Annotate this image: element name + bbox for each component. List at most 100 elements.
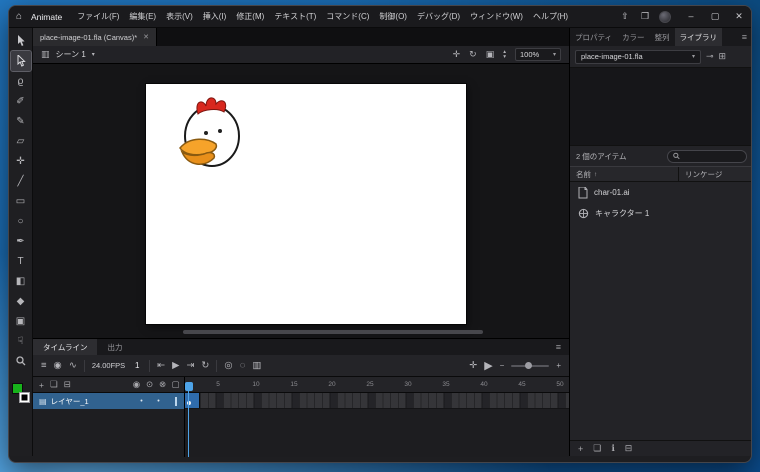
delete-item-icon[interactable]: ⊟: [625, 443, 633, 454]
frames-area[interactable]: 5 10 15 20 25 30 35 40 45 50: [185, 377, 569, 457]
menu-debug[interactable]: デバッグ(D): [412, 6, 465, 27]
library-panel-menu-icon[interactable]: ≡: [736, 28, 751, 46]
rectangle-tool[interactable]: ▭: [11, 191, 31, 211]
layer-row[interactable]: ▤ レイヤー_1 • •: [33, 393, 184, 409]
onion-outline-icon[interactable]: ◌: [240, 360, 246, 371]
onion-skin-icon[interactable]: ◎: [224, 360, 232, 371]
column-name[interactable]: 名前: [576, 169, 591, 180]
step-forward-icon[interactable]: ⇥: [186, 360, 194, 371]
library-search[interactable]: [667, 149, 747, 163]
item-properties-icon[interactable]: ℹ: [611, 443, 614, 454]
menu-control[interactable]: 制御(O): [374, 6, 412, 27]
eyedropper-tool[interactable]: ◆: [11, 291, 31, 311]
menu-view[interactable]: 表示(V): [161, 6, 198, 27]
center-stage-icon[interactable]: ✛: [453, 49, 461, 60]
camera-tool[interactable]: ▣: [11, 311, 31, 331]
loop-icon[interactable]: ↻: [201, 360, 209, 371]
text-tool[interactable]: T: [11, 251, 31, 271]
stage[interactable]: [146, 84, 466, 324]
clip-content-icon[interactable]: ▣: [486, 49, 495, 60]
menu-commands[interactable]: コマンド(C): [321, 6, 374, 27]
pen-tool[interactable]: ✒: [11, 231, 31, 251]
menu-file[interactable]: ファイル(F): [72, 6, 124, 27]
library-document-select[interactable]: place-image-01.fla ▾: [575, 49, 701, 64]
timeline-play-button[interactable]: ▶: [484, 359, 492, 372]
zoom-stepper[interactable]: ▴ ▾: [503, 50, 506, 59]
pin-library-icon[interactable]: ⊸: [706, 51, 714, 62]
new-folder-icon[interactable]: ❏: [50, 379, 58, 390]
fluid-brush-tool[interactable]: ✐: [11, 91, 31, 111]
oval-tool[interactable]: ○: [11, 211, 31, 231]
rotate-stage-icon[interactable]: ↻: [469, 49, 477, 60]
camera-column-icon[interactable]: ◉: [130, 379, 143, 390]
edit-multiple-frames-icon[interactable]: ▥: [252, 360, 261, 371]
share-icon[interactable]: ⇧: [615, 11, 635, 22]
lock-column-icon[interactable]: ⊗: [156, 379, 169, 390]
selection-tool[interactable]: [11, 31, 31, 51]
menu-edit[interactable]: 編集(E): [124, 6, 161, 27]
pasteboard[interactable]: [33, 64, 569, 338]
tab-properties[interactable]: プロパティ: [570, 28, 617, 46]
visibility-column-icon[interactable]: ⊙: [143, 379, 156, 390]
home-icon[interactable]: ⌂: [9, 11, 29, 22]
play-icon[interactable]: ▶: [172, 360, 179, 371]
menu-modify[interactable]: 修正(M): [231, 6, 269, 27]
layer-frames-row[interactable]: [185, 393, 569, 409]
chicken-artwork[interactable]: [146, 84, 466, 324]
frame-ruler[interactable]: 5 10 15 20 25 30 35 40 45 50: [185, 377, 569, 393]
lasso-tool[interactable]: ϱ: [11, 71, 31, 91]
library-new-folder-icon[interactable]: ❏: [593, 443, 601, 454]
scene-name[interactable]: シーン 1: [56, 49, 86, 60]
current-frame[interactable]: 1: [132, 361, 142, 370]
column-linkage[interactable]: リンケージ: [685, 169, 747, 180]
tab-close-icon[interactable]: ✕: [143, 33, 149, 41]
layer-outline-toggle[interactable]: [169, 396, 182, 406]
stepper-down-icon[interactable]: ▾: [503, 54, 506, 60]
paint-bucket-tool[interactable]: ◧: [11, 271, 31, 291]
timeline-zoom-slider[interactable]: [511, 361, 550, 369]
eraser-tool[interactable]: ▱: [11, 131, 31, 151]
add-layer-icon[interactable]: +: [39, 380, 44, 390]
layer-name[interactable]: レイヤー_1: [51, 396, 114, 407]
scene-chevron-icon[interactable]: ▾: [92, 51, 95, 58]
library-search-input[interactable]: [683, 152, 741, 160]
tab-color[interactable]: カラー: [617, 28, 650, 46]
zoom-tool[interactable]: [11, 351, 31, 371]
asset-warp-tool[interactable]: ✛: [11, 151, 31, 171]
maximize-button[interactable]: ▢: [703, 6, 727, 27]
menu-window[interactable]: ウィンドウ(W): [465, 6, 528, 27]
timeline-zoom-out-icon[interactable]: −: [500, 361, 505, 370]
stroke-color-swatch[interactable]: [18, 392, 30, 403]
delete-layer-icon[interactable]: ⊟: [64, 379, 71, 390]
canvas-horizontal-scrollbar[interactable]: [183, 330, 483, 334]
fps-value[interactable]: 24.00FPS: [92, 361, 125, 370]
new-symbol-icon[interactable]: +: [578, 444, 583, 454]
tab-timeline[interactable]: タイムライン: [33, 339, 98, 355]
timeline-camera-icon[interactable]: ◉: [54, 360, 62, 371]
minimize-button[interactable]: –: [679, 6, 703, 27]
tab-align[interactable]: 整列: [650, 28, 675, 46]
layer-visibility-toggle[interactable]: •: [135, 398, 148, 405]
subselection-tool[interactable]: [9, 50, 32, 72]
tab-output[interactable]: 出力: [97, 339, 132, 355]
workspace-icon[interactable]: ❒: [635, 11, 655, 22]
menu-help[interactable]: ヘルプ(H): [528, 6, 573, 27]
timeline-panel-menu-icon[interactable]: ≡: [548, 339, 569, 355]
close-button[interactable]: ✕: [727, 6, 751, 27]
timeline-zoom-in-icon[interactable]: +: [556, 361, 561, 370]
hand-tool[interactable]: ☟: [11, 331, 31, 351]
zoom-select[interactable]: 100% ▾: [515, 48, 561, 61]
frame-graph-icon[interactable]: ∿: [69, 360, 77, 371]
library-item-character1[interactable]: キャラクター 1: [570, 203, 751, 224]
library-item-char01[interactable]: char-01.ai: [570, 182, 751, 203]
menu-insert[interactable]: 挿入(I): [198, 6, 232, 27]
step-back-icon[interactable]: ⇤: [157, 360, 165, 371]
layer-hierarchy-icon[interactable]: ≡: [41, 360, 47, 371]
outline-column-icon[interactable]: ▢: [169, 379, 182, 390]
playhead-marker[interactable]: [185, 382, 193, 391]
profile-icon[interactable]: [659, 10, 671, 23]
center-playhead-icon[interactable]: ✛: [469, 360, 477, 371]
tab-library[interactable]: ライブラリ: [674, 28, 723, 46]
line-tool[interactable]: ╱: [11, 171, 31, 191]
layer-lock-toggle[interactable]: •: [152, 398, 165, 405]
